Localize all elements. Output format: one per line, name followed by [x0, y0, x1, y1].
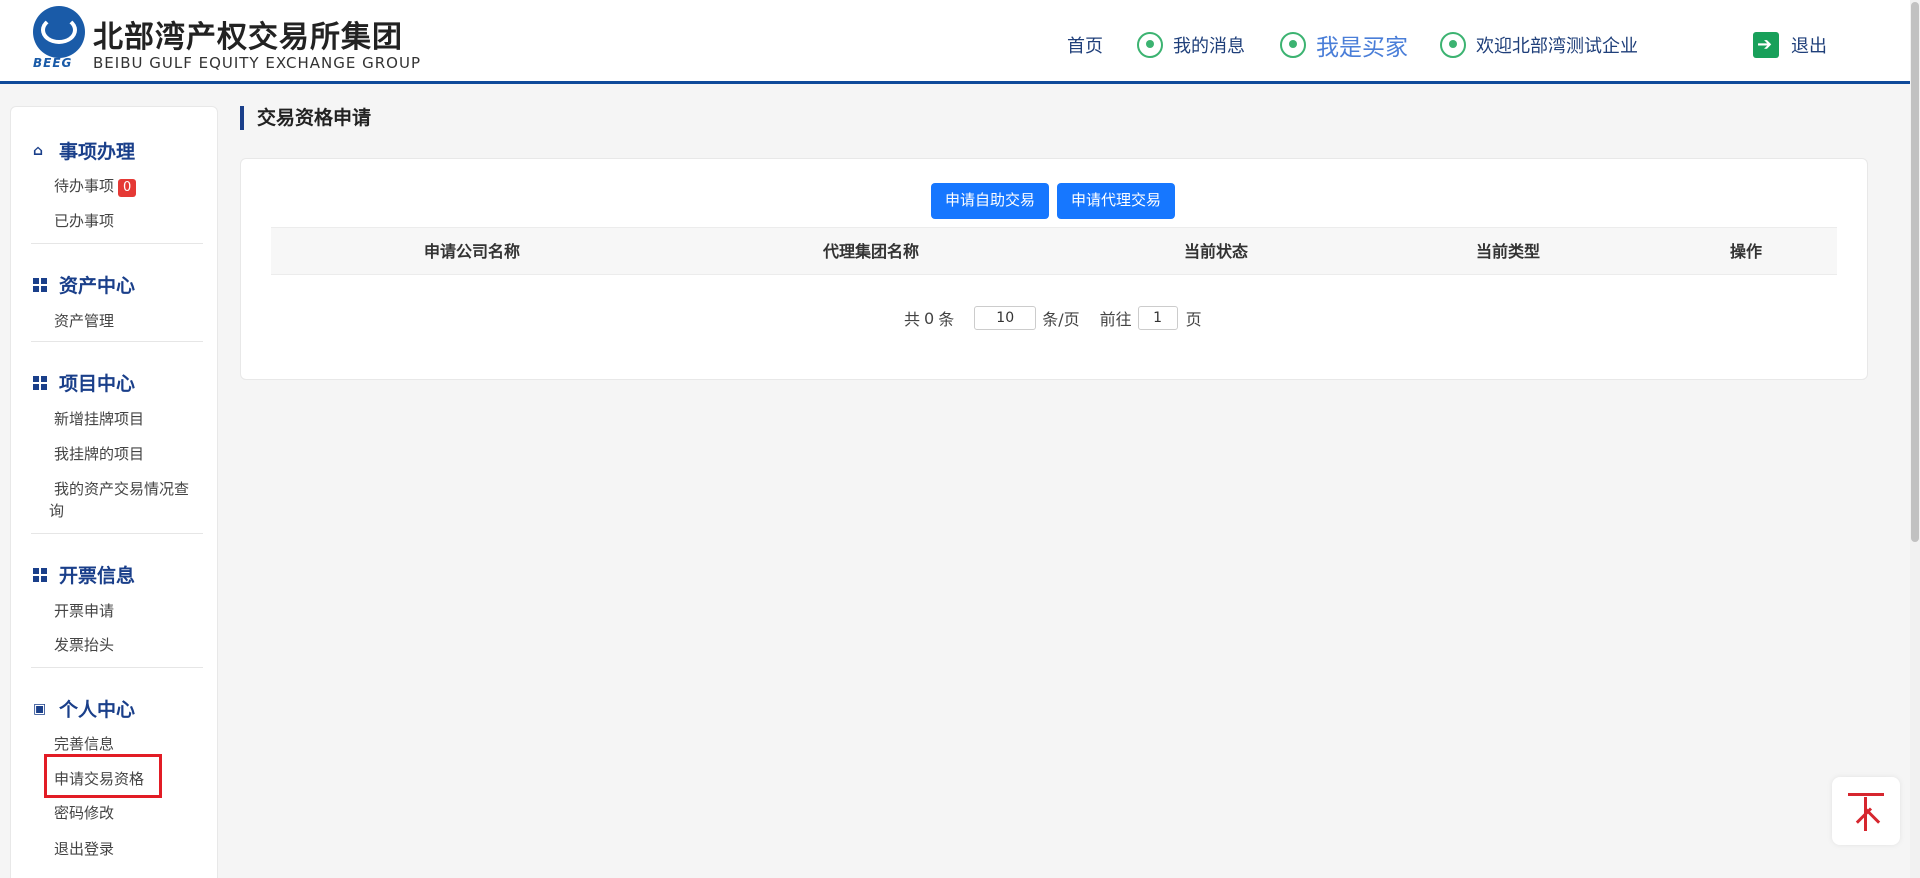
sidebar-item-label: 我的资产交易情况查: [54, 480, 190, 498]
nav-home-label: 首页: [1067, 36, 1103, 57]
contact-book-icon: ▣: [33, 700, 47, 717]
content-panel: 申请自助交易 申请代理交易 申请公司名称 代理集团名称 当前状态 当前类型 操作…: [240, 158, 1868, 380]
page-size-select[interactable]: 10: [974, 306, 1037, 330]
sidebar-item-complete-info[interactable]: 完善信息: [54, 733, 114, 754]
column-header: 当前状态: [1183, 242, 1249, 261]
grid-icon: [33, 375, 47, 390]
section-title-label: 事项办理: [59, 141, 136, 163]
arrow-up-icon: [1848, 793, 1884, 796]
sidebar-item-invoice-title[interactable]: 发票抬头: [54, 634, 114, 655]
sidebar-item-asset-management[interactable]: 资产管理: [54, 310, 114, 331]
sidebar-item-new-listing[interactable]: 新增挂牌项目: [54, 408, 144, 429]
logo-abbr: BEEG: [33, 56, 73, 70]
pagination: 共 0 条 10 条/页 前往 1 页: [904, 305, 1202, 331]
highlight-box: [44, 754, 162, 798]
logo[interactable]: BEEG 北部湾产权交易所集团 BEIBU GULF EQUITY EXCHAN…: [33, 6, 453, 76]
section-title-label: 项目中心: [59, 373, 136, 395]
bell-icon: [1137, 32, 1163, 58]
scrollbar[interactable]: [1910, 0, 1920, 878]
sidebar-item-logout[interactable]: 退出登录: [54, 838, 114, 859]
apply-self-trade-button[interactable]: 申请自助交易: [931, 183, 1050, 219]
column-header: 操作: [1729, 242, 1763, 261]
sidebar-item-asset-trade-query-wrap[interactable]: 询: [49, 500, 64, 521]
logo-mark-icon: [33, 6, 85, 58]
todo-count-badge: 0: [118, 179, 137, 197]
nav-welcome-link[interactable]: 欢迎北部湾测试企业: [1440, 30, 1638, 60]
logout-label: 退出: [1791, 36, 1827, 57]
page-suffix: 页: [1185, 310, 1202, 329]
section-title-label: 开票信息: [59, 565, 136, 587]
divider: [31, 243, 203, 244]
column-header: 申请公司名称: [423, 242, 521, 261]
nav-home-link[interactable]: 首页: [1067, 30, 1103, 60]
divider: [31, 341, 203, 342]
column-header: 当前类型: [1475, 242, 1541, 261]
grid-icon: [33, 567, 47, 582]
sidebar-item-asset-trade-query[interactable]: 我的资产交易情况查: [54, 478, 189, 499]
apply-agent-trade-button[interactable]: 申请代理交易: [1057, 183, 1176, 219]
section-title-label: 资产中心: [59, 275, 136, 297]
user-icon: [1280, 32, 1306, 58]
sidebar-section-tasks[interactable]: ⌂ 事项办理: [33, 137, 135, 164]
divider: [31, 667, 203, 668]
per-page-label: 条/页: [1042, 310, 1080, 329]
nav-buyer-link[interactable]: 我是买家: [1280, 30, 1408, 61]
user-icon: [1440, 32, 1466, 58]
nav-welcome-label: 欢迎北部湾测试企业: [1476, 36, 1638, 57]
nav-messages-label: 我的消息: [1173, 36, 1245, 57]
sidebar-section-projects[interactable]: 项目中心: [33, 369, 135, 396]
goto-label: 前往: [1099, 310, 1132, 329]
home-icon: ⌂: [33, 142, 44, 159]
sidebar-item-done[interactable]: 已办事项: [54, 210, 114, 231]
grid-icon: [33, 277, 47, 292]
divider: [31, 533, 203, 534]
scrollbar-thumb[interactable]: [1911, 2, 1919, 542]
section-title-label: 个人中心: [59, 699, 136, 721]
total-prefix: 共: [904, 310, 921, 329]
nav-messages-link[interactable]: 我的消息: [1137, 30, 1245, 60]
page-title: 交易资格申请: [240, 106, 371, 130]
column-header: 代理集团名称: [822, 242, 920, 261]
table-header: 申请公司名称 代理集团名称 当前状态 当前类型 操作: [271, 227, 1837, 275]
sidebar-item-change-password[interactable]: 密码修改: [54, 802, 114, 823]
header: BEEG 北部湾产权交易所集团 BEIBU GULF EQUITY EXCHAN…: [0, 0, 1910, 84]
page-number-input[interactable]: 1: [1137, 306, 1178, 330]
sidebar-item-label: 待办事项: [54, 177, 115, 195]
total-suffix: 条: [938, 310, 955, 329]
sidebar-section-assets[interactable]: 资产中心: [33, 271, 135, 298]
sidebar-item-my-listings[interactable]: 我挂牌的项目: [54, 443, 144, 464]
logo-english-name: BEIBU GULF EQUITY EXCHANGE GROUP: [93, 54, 422, 72]
sidebar-section-invoice[interactable]: 开票信息: [33, 561, 135, 588]
logo-chinese-name: 北部湾产权交易所集团: [93, 20, 403, 55]
sidebar-item-invoice-apply[interactable]: 开票申请: [54, 600, 114, 621]
exit-icon: [1753, 32, 1779, 58]
sidebar-item-todo[interactable]: 待办事项 0: [54, 175, 137, 197]
logout-link[interactable]: 退出: [1753, 30, 1827, 60]
total-count: 0: [924, 308, 935, 328]
back-to-top-button[interactable]: [1832, 777, 1900, 845]
nav-buyer-label: 我是买家: [1316, 35, 1408, 61]
sidebar-section-personal[interactable]: ▣ 个人中心: [33, 695, 135, 722]
